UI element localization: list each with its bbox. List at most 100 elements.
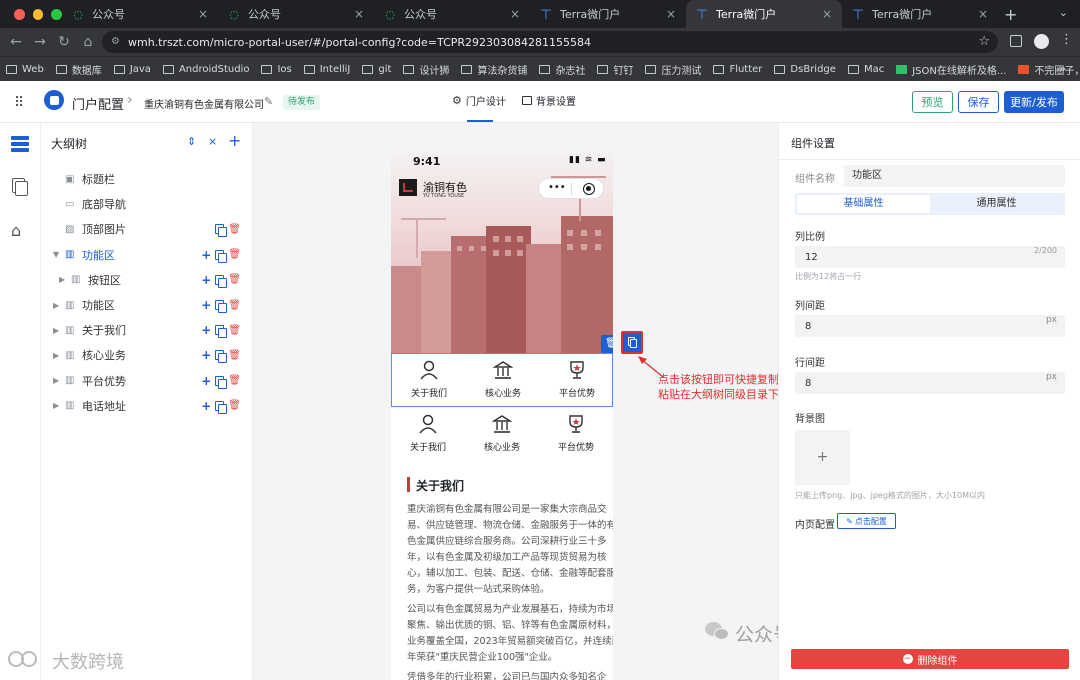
copy-icon[interactable]	[215, 249, 228, 263]
browser-tab[interactable]: ◌ 公众号 ×	[374, 0, 530, 28]
copy-icon[interactable]	[215, 375, 228, 389]
row-gap-input[interactable]: 8 px	[795, 372, 1065, 394]
trash-icon[interactable]: 🗑	[228, 350, 241, 361]
feature-item[interactable]: 平台优势	[540, 354, 613, 406]
bookmark-item[interactable]: IntelliJ	[303, 64, 350, 75]
browser-tab[interactable]: 丅 Terra微门户 ×	[842, 0, 998, 28]
bookmark-item[interactable]: Web	[6, 64, 44, 75]
trash-icon[interactable]: 🗑	[228, 375, 241, 386]
trash-icon[interactable]: 🗑	[228, 274, 241, 285]
bookmark-item[interactable]: JSON在线解析及格...	[896, 62, 1006, 77]
caret-right-icon[interactable]: ▶	[53, 376, 59, 385]
add-child-icon[interactable]: +	[201, 323, 211, 337]
expand-collapse-icon[interactable]: ⇕	[187, 135, 196, 148]
bookmark-item[interactable]: Java	[113, 64, 151, 75]
copy-icon[interactable]	[215, 400, 228, 414]
column-gap-input[interactable]: 8 px	[795, 315, 1065, 337]
browser-tab[interactable]: ◌ 公众号 ×	[218, 0, 374, 28]
copy-icon[interactable]	[215, 274, 228, 288]
bookmark-item[interactable]: AndroidStudio	[162, 64, 249, 75]
browser-tab[interactable]: 丅 Terra微门户 ×	[530, 0, 686, 28]
configure-button[interactable]: ✎ 点击配置	[837, 513, 896, 529]
upload-image-button[interactable]: +	[795, 430, 850, 485]
tab-basic-properties[interactable]: 基础属性	[797, 195, 930, 213]
close-tab-icon[interactable]: ×	[198, 7, 208, 21]
delete-component-button[interactable]: − 删除组件	[791, 649, 1069, 669]
add-child-icon[interactable]: +	[201, 399, 211, 413]
feature-row-selected[interactable]: 关于我们 核心业务 平台优势	[391, 353, 613, 407]
close-tab-icon[interactable]: ×	[822, 7, 832, 21]
more-icon[interactable]: ⋮	[1060, 32, 1073, 47]
close-tab-icon[interactable]: ×	[510, 7, 520, 21]
feature-item[interactable]: 关于我们	[391, 408, 465, 460]
new-tab-button[interactable]: +	[1004, 5, 1017, 24]
trash-icon[interactable]: 🗑	[228, 300, 241, 311]
copy-icon[interactable]	[215, 325, 228, 339]
edit-icon[interactable]: ✎	[264, 95, 273, 108]
save-button[interactable]: 保存	[958, 91, 999, 113]
maximize-window-button[interactable]	[51, 8, 63, 20]
bookmarks-overflow-icon[interactable]: »	[1059, 62, 1066, 75]
add-child-icon[interactable]: +	[201, 374, 211, 388]
collapse-all-icon[interactable]: ⨯	[208, 135, 217, 148]
add-child-icon[interactable]: +	[201, 248, 211, 262]
outline-item[interactable]: ▶ ▥ 电话地址 + 🗑	[41, 395, 253, 417]
preview-button[interactable]: 预览	[912, 91, 953, 113]
address-bar[interactable]: ⚙ wmh.trszt.com/micro-portal-user/#/port…	[102, 31, 998, 53]
outline-item[interactable]: ▭ 底部导航	[41, 193, 253, 215]
bookmark-item[interactable]: Mac	[847, 64, 884, 75]
add-child-icon[interactable]: +	[201, 273, 211, 287]
home-settings-icon[interactable]: ⌂	[11, 221, 21, 240]
trash-icon[interactable]: 🗑	[228, 400, 241, 411]
browser-tab[interactable]: ◌ 公众号 ×	[62, 0, 218, 28]
browser-tab[interactable]: 丅 Terra微门户 ×	[686, 0, 842, 28]
bookmark-item[interactable]: 算法杂货铺	[461, 62, 527, 77]
outline-item[interactable]: ▣ 标题栏	[41, 168, 253, 190]
feature-item[interactable]: 核心业务	[465, 408, 539, 460]
caret-right-icon[interactable]: ▶	[53, 326, 59, 335]
outline-item[interactable]: ▶ ▥ 核心业务 + 🗑	[41, 344, 253, 366]
copy-icon[interactable]	[215, 350, 228, 364]
bookmark-item[interactable]: 钉钉	[597, 62, 633, 77]
delete-component-icon[interactable]: 🗑	[605, 338, 613, 349]
add-child-icon[interactable]: +	[201, 298, 211, 312]
top-image-banner[interactable]: 9:41 ▮▮ ≋ ▬ 渝铜有色 YU TONG YOUSE •••	[391, 146, 613, 353]
menu-dots-icon[interactable]: •••	[548, 182, 566, 193]
tab-portal-design[interactable]: ⚙ 门户设计	[452, 93, 506, 108]
home-icon[interactable]: ⌂	[76, 34, 100, 50]
column-ratio-input[interactable]: 12 2/200	[795, 246, 1065, 268]
trash-icon[interactable]: 🗑	[228, 325, 241, 336]
bookmark-item[interactable]: 杂志社	[539, 62, 585, 77]
copy-icon[interactable]	[215, 300, 228, 313]
bookmark-item[interactable]: Flutter	[713, 64, 762, 75]
caret-down-icon[interactable]: ▼	[53, 250, 59, 259]
close-window-button[interactable]	[14, 8, 25, 20]
caret-right-icon[interactable]: ▶	[53, 351, 59, 360]
component-name-input[interactable]: 功能区	[844, 165, 1065, 187]
minimize-window-button[interactable]	[32, 8, 44, 20]
feature-item[interactable]: 关于我们	[392, 354, 466, 406]
miniprogram-capsule[interactable]: •••	[538, 178, 604, 199]
bookmark-item[interactable]: Ios	[261, 64, 292, 75]
feature-row[interactable]: 关于我们 核心业务 平台优势	[391, 408, 613, 460]
reload-icon[interactable]: ↻	[52, 34, 76, 50]
bookmark-item[interactable]: 不完圈子，App可...	[1018, 62, 1080, 77]
back-icon[interactable]: ←	[4, 34, 28, 50]
trash-icon[interactable]: 🗑	[228, 224, 241, 235]
profile-avatar[interactable]	[1034, 34, 1049, 49]
bookmark-item[interactable]: 压力测试	[645, 62, 701, 77]
tab-background-settings[interactable]: 背景设置	[522, 93, 576, 108]
tab-general-properties[interactable]: 通用属性	[930, 195, 1063, 213]
outline-item[interactable]: ▨ 顶部图片 🗑	[41, 218, 253, 240]
bookmark-item[interactable]: git	[362, 64, 391, 75]
bookmark-item[interactable]: DsBridge	[774, 64, 836, 75]
trash-icon[interactable]: 🗑	[228, 249, 241, 260]
caret-right-icon[interactable]: ▶	[59, 275, 65, 284]
close-circle-icon[interactable]	[583, 183, 595, 195]
outline-item[interactable]: ▶ ▥ 功能区 + 🗑	[41, 294, 253, 316]
bookmark-star-icon[interactable]: ☆	[978, 34, 990, 49]
outline-item[interactable]: ▶ ▥ 关于我们 + 🗑	[41, 319, 253, 341]
feature-item[interactable]: 核心业务	[466, 354, 540, 406]
close-tab-icon[interactable]: ×	[666, 7, 676, 21]
feature-item[interactable]: 平台优势	[539, 408, 613, 460]
